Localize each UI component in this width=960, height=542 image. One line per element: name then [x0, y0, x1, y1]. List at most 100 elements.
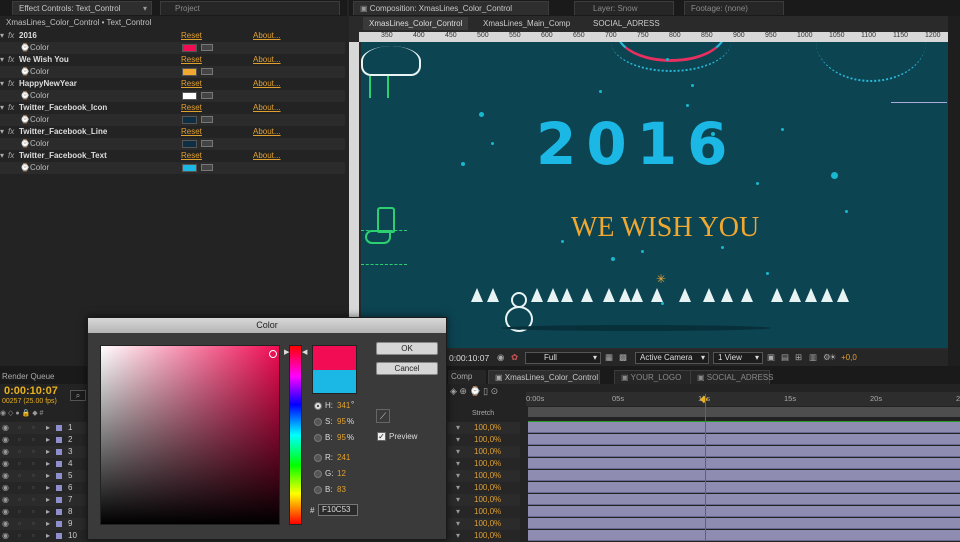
eyedropper-icon[interactable] [201, 68, 213, 75]
color-dialog-titlebar[interactable]: Color [88, 318, 446, 333]
green-radio[interactable] [314, 470, 322, 478]
timeline-search-icon[interactable]: ⌕ [70, 390, 86, 401]
r-value[interactable]: 241 [337, 453, 350, 462]
effect-row[interactable]: ▾ fx Twitter_Facebook_Line Reset About... [0, 126, 345, 138]
label-color-icon[interactable] [56, 485, 62, 491]
layer-duration-bar[interactable] [528, 518, 960, 529]
stretch-value[interactable]: 100,0% [474, 482, 501, 494]
b-value[interactable]: 95 [337, 433, 346, 442]
playhead-line[interactable] [705, 394, 706, 540]
layer-duration-bar[interactable] [528, 422, 960, 433]
fx-icon[interactable]: fx [8, 54, 14, 66]
fx-icon[interactable]: fx [8, 102, 14, 114]
layer-duration-bar[interactable] [528, 482, 960, 493]
solo-icon[interactable]: ▫ [18, 458, 21, 470]
work-area-bar[interactable] [528, 407, 960, 417]
solo-icon[interactable]: ▫ [18, 530, 21, 542]
hue-slider[interactable] [289, 345, 302, 525]
tab-render-queue[interactable]: Render Queue [2, 372, 54, 381]
parent-dropdown-icon[interactable]: ▾ [456, 518, 460, 530]
layer-duration-bar[interactable] [528, 446, 960, 457]
disclosure-triangle-icon[interactable]: ▾ [0, 150, 4, 162]
about-link[interactable]: About... [253, 78, 281, 90]
effect-row[interactable]: ▾ fx Twitter_Facebook_Text Reset About... [0, 150, 345, 162]
solo-icon[interactable]: ▫ [18, 494, 21, 506]
label-color-icon[interactable] [56, 437, 62, 443]
expand-triangle-icon[interactable]: ▸ [46, 518, 50, 530]
effect-row[interactable]: ▾ fx HappyNewYear Reset About... [0, 78, 345, 90]
eye-icon[interactable]: ◉ [2, 494, 9, 506]
layer-duration-bar[interactable] [528, 506, 960, 517]
tab-your-logo[interactable]: ▣ YOUR_LOGO [614, 370, 694, 384]
year-text[interactable]: 2016 [536, 110, 737, 178]
expand-triangle-icon[interactable]: ▸ [46, 494, 50, 506]
color-swatch[interactable] [182, 164, 197, 172]
parent-dropdown-icon[interactable]: ▾ [456, 446, 460, 458]
layer-duration-bar[interactable] [528, 470, 960, 481]
timeline-ruler[interactable]: 0:00s05s10s15s20s25 [526, 392, 960, 406]
eye-icon[interactable]: ◉ [2, 434, 9, 446]
color-swatch[interactable] [182, 92, 197, 100]
timeline-current-time[interactable]: 0:00:10:07 [4, 385, 58, 397]
stretch-value[interactable]: 100,0% [474, 434, 501, 446]
fx-icon[interactable]: fx [8, 30, 14, 42]
stopwatch-icon[interactable]: ⌚ [20, 138, 30, 150]
expand-triangle-icon[interactable]: ▸ [46, 434, 50, 446]
color-swatch[interactable] [182, 44, 197, 52]
color-swatch[interactable] [182, 140, 197, 148]
red-radio[interactable] [314, 454, 322, 462]
stopwatch-icon[interactable]: ⌚ [20, 90, 30, 102]
reset-link[interactable]: Reset [181, 102, 202, 114]
lock-icon[interactable]: ▣ [360, 4, 368, 13]
parent-dropdown-icon[interactable]: ▾ [456, 506, 460, 518]
parent-dropdown-icon[interactable]: ▾ [456, 434, 460, 446]
effect-row[interactable]: ▾ fx Twitter_Facebook_Icon Reset About... [0, 102, 345, 114]
parent-dropdown-icon[interactable]: ▾ [456, 530, 460, 542]
solo-icon[interactable]: ▫ [18, 422, 21, 434]
tab-composition[interactable]: ▣ Composition: XmasLines_Color_Control [353, 1, 549, 15]
eye-icon[interactable]: ◉ [2, 458, 9, 470]
solo-icon[interactable]: ▫ [18, 506, 21, 518]
label-color-icon[interactable] [56, 497, 62, 503]
preview-checkbox[interactable]: ✓ [377, 432, 386, 441]
about-link[interactable]: About... [253, 102, 281, 114]
stretch-value[interactable]: 100,0% [474, 494, 501, 506]
reset-link[interactable]: Reset [181, 78, 202, 90]
effect-row[interactable]: ▾ fx We Wish You Reset About... [0, 54, 345, 66]
hex-input[interactable]: F10C53 [318, 504, 358, 516]
expand-triangle-icon[interactable]: ▸ [46, 458, 50, 470]
layer-duration-bar[interactable] [528, 434, 960, 445]
label-color-icon[interactable] [56, 533, 62, 539]
label-color-icon[interactable] [56, 425, 62, 431]
g-value[interactable]: 12 [337, 469, 346, 478]
stretch-value[interactable]: 100,0% [474, 458, 501, 470]
cancel-button[interactable]: Cancel [376, 362, 438, 375]
about-link[interactable]: About... [253, 150, 281, 162]
color-picker-cursor[interactable] [269, 350, 277, 358]
timeline-icon[interactable]: ▥ [809, 352, 817, 363]
greeting-text[interactable]: WE WISH YOU [571, 212, 759, 244]
lock-icon[interactable]: ▫ [32, 518, 35, 530]
eye-icon[interactable]: ◉ [2, 446, 9, 458]
solo-icon[interactable]: ▫ [18, 470, 21, 482]
eye-icon[interactable]: ◉ [2, 482, 9, 494]
hue-radio[interactable] [314, 402, 322, 410]
lock-icon[interactable]: ▫ [32, 434, 35, 446]
disclosure-triangle-icon[interactable]: ▾ [0, 78, 4, 90]
parent-dropdown-icon[interactable]: ▾ [456, 422, 460, 434]
about-link[interactable]: About... [253, 126, 281, 138]
effect-row[interactable]: ▾ fx 2016 Reset About... [0, 30, 345, 42]
transparency-grid-icon[interactable]: ▩ [619, 352, 627, 363]
stretch-value[interactable]: 100,0% [474, 518, 501, 530]
lock-icon[interactable]: ▫ [32, 530, 35, 542]
timeline-switch-icons[interactable]: ◈ ⊕ ⌚ ▯ ⊙ [450, 386, 520, 400]
eyedropper-icon[interactable]: ⟋ [376, 409, 390, 423]
reset-link[interactable]: Reset [181, 150, 202, 162]
tab-footage[interactable]: Footage: (none) [684, 1, 784, 15]
lock-icon[interactable]: ▫ [32, 446, 35, 458]
exposure-value[interactable]: +0,0 [841, 353, 857, 362]
view-select[interactable]: 1 View ▾ [713, 352, 763, 364]
disclosure-triangle-icon[interactable]: ▾ [0, 126, 4, 138]
eyedropper-icon[interactable] [201, 116, 213, 123]
hue-slider-arrow-right-icon[interactable]: ◀ [302, 348, 307, 356]
